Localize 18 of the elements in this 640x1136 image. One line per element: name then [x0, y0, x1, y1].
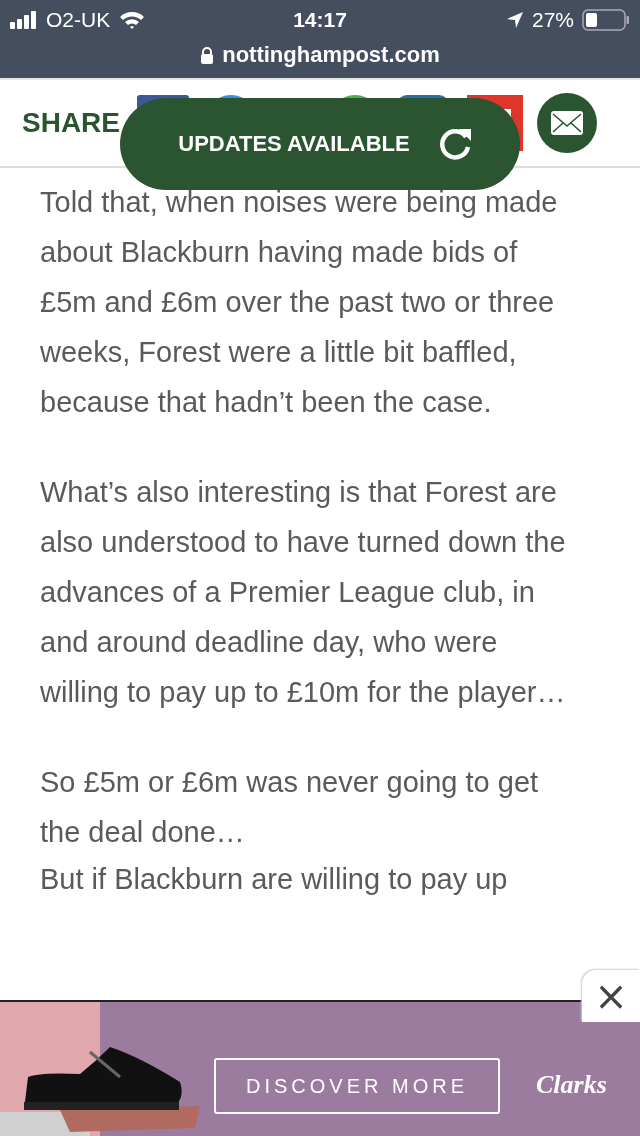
article-paragraph: So £5m or £6m was never going to get the deal done…	[40, 765, 540, 850]
email-share-icon[interactable]	[537, 93, 597, 153]
wifi-icon	[118, 10, 147, 30]
battery-icon	[582, 9, 630, 31]
discover-more-button[interactable]: DISCOVER MORE	[214, 1058, 500, 1114]
brand-logo: Clarks	[536, 1070, 607, 1100]
location-arrow-icon	[505, 11, 524, 29]
carrier-name: O2-UK	[46, 8, 111, 32]
close-ad-button[interactable]: ×	[582, 970, 640, 1022]
lock-icon	[200, 46, 215, 64]
url-text[interactable]: nottinghampost.com	[222, 42, 440, 68]
updates-available-toast[interactable]: UPDATES AVAILABLE	[120, 98, 520, 190]
clock-time: 14:17	[292, 8, 348, 32]
article-paragraph: What’s also interesting is that Forest are also understood to have turned down the advances of a Premier League club, in and around deadline day, who were willing to pay up to £10m for the player…	[40, 475, 567, 710]
signal-icon	[10, 10, 38, 30]
share-label: SHARE	[22, 107, 121, 139]
article-paragraph: But if Blackburn are willing to pay up	[40, 862, 509, 897]
battery-percent: 27%	[531, 8, 574, 32]
